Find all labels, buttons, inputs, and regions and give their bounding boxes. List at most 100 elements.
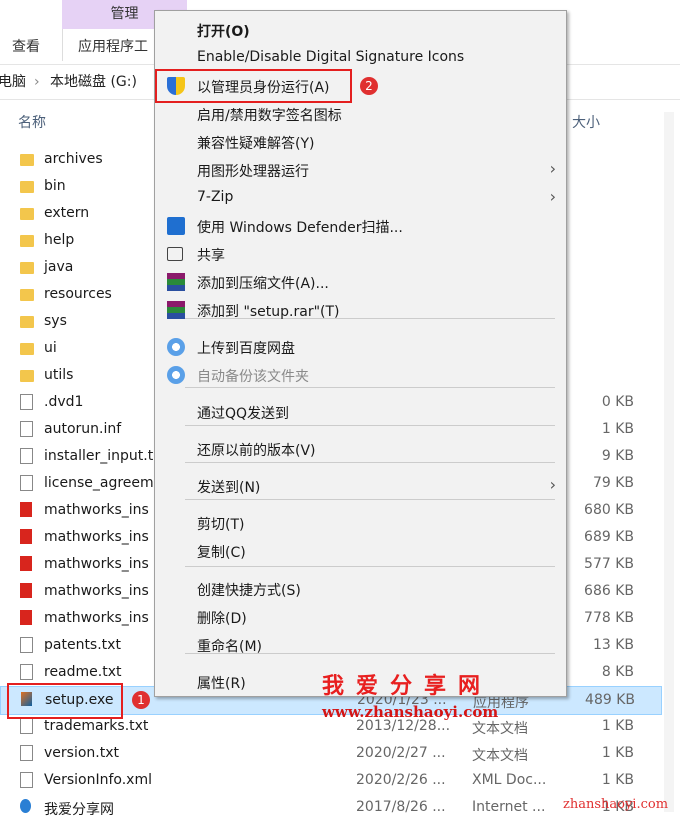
file-size: 8 KB (601, 664, 634, 680)
breadcrumb-drive[interactable]: 本地磁盘 (G:) (50, 65, 137, 99)
step-badge-1: 1 (132, 691, 150, 709)
file-name: java (44, 259, 74, 275)
column-header-name[interactable]: 名称 (18, 112, 46, 132)
menu-item[interactable]: 用图形处理器运行 › (155, 157, 566, 183)
share-icon (167, 247, 183, 261)
menu-item[interactable]: 添加到 "setup.rar"(T) (155, 297, 566, 323)
file-icon (20, 637, 33, 653)
file-name: .dvd1 (44, 394, 84, 410)
menu-item[interactable]: 7-Zip › (155, 185, 566, 211)
menu-item[interactable]: 重命名(M) (155, 632, 566, 658)
file-icon (20, 745, 33, 761)
menu-item[interactable]: 兼容性疑难解答(Y) (155, 129, 566, 155)
file-name: readme.txt (44, 664, 122, 680)
menu-item-label: 兼容性疑难解答(Y) (197, 136, 315, 152)
file-size: 489 KB (585, 692, 635, 708)
tab-app-tools[interactable]: 应用程序工 (78, 36, 148, 56)
menu-item[interactable]: 创建快捷方式(S) (155, 576, 566, 602)
file-size: 0 KB (601, 394, 634, 410)
menu-item[interactable]: 共享 (155, 241, 566, 267)
file-name: license_agreem (44, 475, 154, 491)
file-name: version.txt (44, 745, 119, 761)
menu-item-label: 共享 (197, 248, 225, 264)
menu-item-label: 7-Zip (197, 189, 234, 205)
folder-icon (20, 316, 34, 328)
menu-item-label: 复制(C) (197, 545, 246, 561)
menu-item[interactable]: 还原以前的版本(V) (155, 436, 566, 462)
menu-item-label: 发送到(N) (197, 480, 261, 496)
folder-icon (20, 154, 34, 166)
menu-item-label: 还原以前的版本(V) (197, 443, 316, 459)
menu-item-label: 打开(O) (197, 24, 250, 40)
menu-item[interactable]: 上传到百度网盘 (155, 334, 566, 360)
breadcrumb-pc[interactable]: 电脑 (0, 65, 26, 99)
pdf-icon (20, 556, 32, 571)
file-size: 778 KB (584, 610, 634, 626)
file-name: mathworks_ins (44, 529, 149, 545)
file-icon (20, 448, 33, 464)
winrar-icon (167, 301, 185, 319)
internet-shortcut-icon (20, 799, 31, 813)
file-icon (20, 772, 33, 788)
menu-item-label: 用图形处理器运行 (197, 164, 309, 180)
folder-icon (20, 289, 34, 301)
file-icon (20, 421, 33, 437)
menu-item-label: 属性(R) (197, 676, 246, 692)
file-name: archives (44, 151, 103, 167)
menu-item-label: 使用 Windows Defender扫描... (197, 220, 403, 236)
menu-separator (185, 499, 555, 500)
file-date: 2020/2/26 ... (356, 772, 446, 788)
pdf-icon (20, 610, 32, 625)
menu-item[interactable]: 复制(C) (155, 538, 566, 564)
file-size: 577 KB (584, 556, 634, 572)
watermark-corner: zhanshaoyi.com (563, 797, 669, 812)
file-icon (20, 664, 33, 680)
file-size: 1 KB (601, 772, 634, 788)
menu-item-label: 启用/禁用数字签名图标 (197, 108, 342, 124)
menu-item[interactable]: 删除(D) (155, 604, 566, 630)
file-row[interactable]: 我爱分享网 2017/8/26 ... Internet ... 1 KB (0, 794, 660, 821)
menu-item-label: 添加到压缩文件(A)... (197, 276, 329, 292)
column-header-size[interactable]: 大小 (572, 112, 600, 132)
menu-item[interactable]: 打开(O) (155, 17, 566, 43)
menu-item-label: 添加到 "setup.rar"(T) (197, 304, 340, 320)
menu-item[interactable]: 添加到压缩文件(A)... (155, 269, 566, 295)
menu-item[interactable]: 发送到(N) › (155, 473, 566, 499)
folder-icon (20, 235, 34, 247)
menu-item[interactable]: 自动备份该文件夹 (155, 362, 566, 388)
highlight-box-run-as-admin (155, 69, 352, 103)
file-type: Internet ... (472, 799, 546, 815)
baidu-icon (167, 338, 185, 356)
menu-item[interactable]: 剪切(T) (155, 510, 566, 536)
file-size: 680 KB (584, 502, 634, 518)
winrar-icon (167, 273, 185, 291)
menu-separator (185, 566, 555, 567)
scrollbar[interactable] (664, 112, 674, 812)
menu-item-label: 自动备份该文件夹 (197, 369, 309, 385)
file-type: 文本文档 (472, 721, 528, 737)
menu-item-label: 重命名(M) (197, 639, 263, 655)
folder-icon (20, 208, 34, 220)
file-type: 文本文档 (472, 748, 528, 764)
file-icon (20, 394, 33, 410)
file-name: trademarks.txt (44, 718, 149, 734)
menu-item[interactable]: 启用/禁用数字签名图标 (155, 101, 566, 127)
file-size: 689 KB (584, 529, 634, 545)
file-date: 2020/2/27 ... (356, 745, 446, 761)
file-size: 79 KB (592, 475, 634, 491)
file-row[interactable]: version.txt 2020/2/27 ... 文本文档 1 KB (0, 740, 660, 767)
file-type: XML Doc... (472, 772, 547, 788)
file-size: 686 KB (584, 583, 634, 599)
file-size: 1 KB (601, 745, 634, 761)
pdf-icon (20, 583, 32, 598)
tab-view[interactable]: 查看 (12, 36, 40, 56)
file-size: 1 KB (601, 718, 634, 734)
folder-icon (20, 262, 34, 274)
file-size: 9 KB (601, 448, 634, 464)
file-row[interactable]: VersionInfo.xml 2020/2/26 ... XML Doc... 1 … (0, 767, 660, 794)
watermark-title: 我爱分享网 (322, 674, 493, 699)
folder-icon (20, 343, 34, 355)
menu-item[interactable]: 通过QQ发送到 (155, 399, 566, 425)
menu-item[interactable]: Enable/Disable Digital Signature Icons (155, 45, 566, 71)
menu-item[interactable]: 使用 Windows Defender扫描... (155, 213, 566, 239)
